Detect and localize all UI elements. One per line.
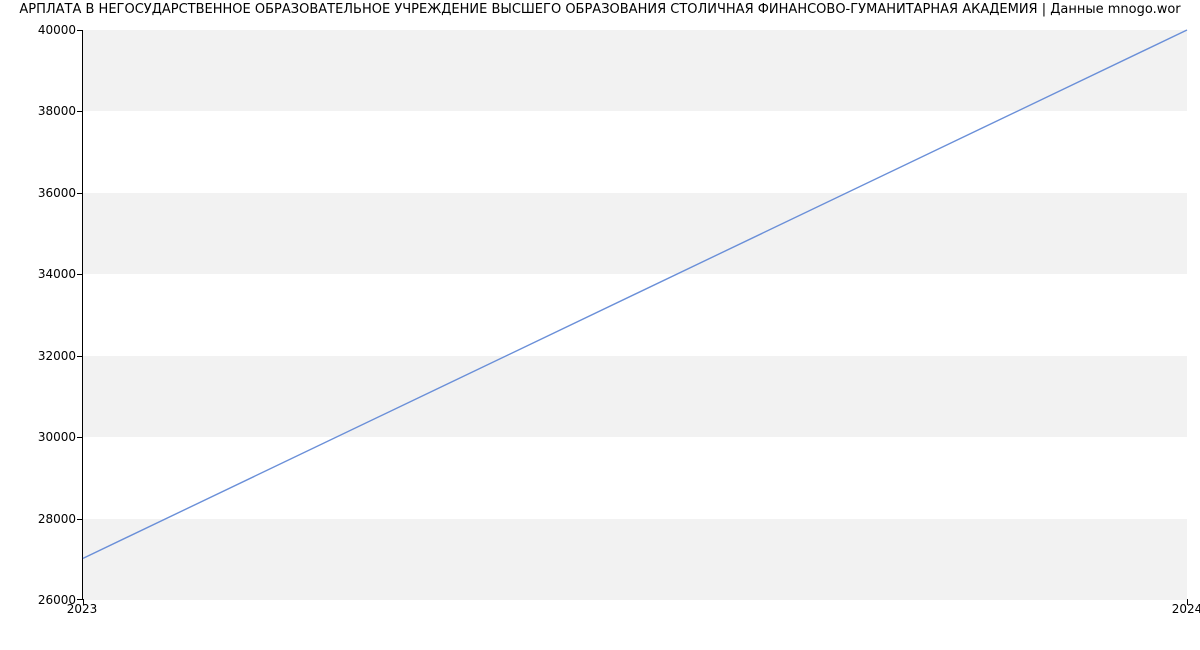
y-tick-label: 38000 <box>38 104 76 118</box>
series-salary <box>83 30 1187 558</box>
y-tick-label: 28000 <box>38 512 76 526</box>
y-tick-label: 36000 <box>38 186 76 200</box>
data-line <box>83 30 1187 599</box>
x-tick-label: 2023 <box>67 602 98 616</box>
y-tick-label: 30000 <box>38 430 76 444</box>
x-tick <box>1187 599 1188 605</box>
x-tick <box>83 599 84 605</box>
y-tick-label: 32000 <box>38 349 76 363</box>
line-chart: АРПЛАТА В НЕГОСУДАРСТВЕННОЕ ОБРАЗОВАТЕЛЬ… <box>0 0 1200 650</box>
y-tick-label: 34000 <box>38 267 76 281</box>
plot-area <box>82 30 1187 600</box>
y-tick-label: 40000 <box>38 23 76 37</box>
x-tick-label: 2024 <box>1172 602 1200 616</box>
chart-title: АРПЛАТА В НЕГОСУДАРСТВЕННОЕ ОБРАЗОВАТЕЛЬ… <box>0 2 1200 17</box>
